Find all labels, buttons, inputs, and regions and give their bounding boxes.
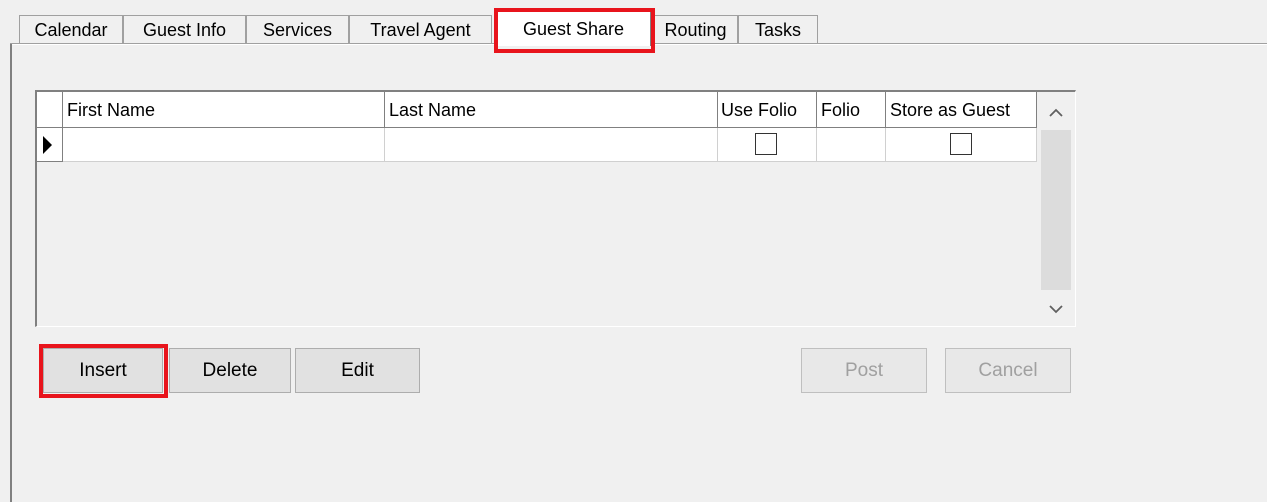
tab-label: Guest Share: [522, 19, 625, 39]
cell-store-as-guest: [886, 128, 1037, 162]
store-as-guest-checkbox[interactable]: [950, 133, 972, 155]
column-header-use-folio[interactable]: Use Folio: [718, 92, 817, 128]
insert-button[interactable]: Insert: [43, 348, 163, 393]
edit-button[interactable]: Edit: [295, 348, 420, 393]
cell-folio[interactable]: [817, 128, 886, 162]
tab-calendar[interactable]: Calendar: [19, 15, 123, 44]
delete-button[interactable]: Delete: [169, 348, 291, 393]
tab-routing[interactable]: Routing: [653, 15, 738, 44]
guest-share-grid[interactable]: First Name Last Name Use Folio Folio Sto…: [35, 90, 1076, 327]
column-header-first-name[interactable]: First Name: [63, 92, 385, 128]
insert-label: Insert: [79, 359, 127, 381]
cell-last-name[interactable]: [385, 128, 718, 162]
tab-travel-agent[interactable]: Travel Agent: [349, 15, 492, 44]
tab-label: Guest Info: [142, 19, 227, 40]
tab-label: Travel Agent: [370, 19, 471, 40]
vertical-scrollbar[interactable]: [1037, 92, 1075, 326]
scroll-up-button[interactable]: [1041, 96, 1071, 130]
cell-use-folio: [718, 128, 817, 162]
tab-services[interactable]: Services: [246, 15, 349, 44]
chevron-up-icon: [1049, 108, 1063, 117]
cancel-label: Cancel: [978, 359, 1038, 381]
tab-tasks[interactable]: Tasks: [738, 15, 818, 44]
cell-first-name[interactable]: [63, 128, 385, 162]
tab-label: Calendar: [34, 19, 108, 40]
tab-guest-info[interactable]: Guest Info: [123, 15, 246, 44]
panel-left-border: [10, 44, 12, 502]
tab-label: Tasks: [754, 19, 801, 40]
column-header-store-as-guest[interactable]: Store as Guest: [886, 92, 1037, 128]
scroll-down-button[interactable]: [1041, 292, 1071, 326]
tab-guest-share[interactable]: Guest Share: [496, 10, 651, 46]
grid-corner: [37, 92, 63, 128]
grid-body: First Name Last Name Use Folio Folio Sto…: [37, 92, 1037, 326]
current-row-arrow-icon: [43, 136, 52, 154]
row-indicator[interactable]: [37, 128, 63, 162]
delete-label: Delete: [202, 359, 258, 381]
column-header-last-name[interactable]: Last Name: [385, 92, 718, 128]
edit-label: Edit: [341, 359, 374, 381]
post-label: Post: [844, 359, 884, 381]
scrollbar-track[interactable]: [1041, 130, 1071, 290]
chevron-down-icon: [1049, 305, 1063, 314]
tab-label: Routing: [664, 19, 727, 40]
column-header-folio[interactable]: Folio: [817, 92, 886, 128]
use-folio-checkbox[interactable]: [755, 133, 777, 155]
cancel-button[interactable]: Cancel: [945, 348, 1071, 393]
post-button[interactable]: Post: [801, 348, 927, 393]
tab-label: Services: [262, 19, 333, 40]
